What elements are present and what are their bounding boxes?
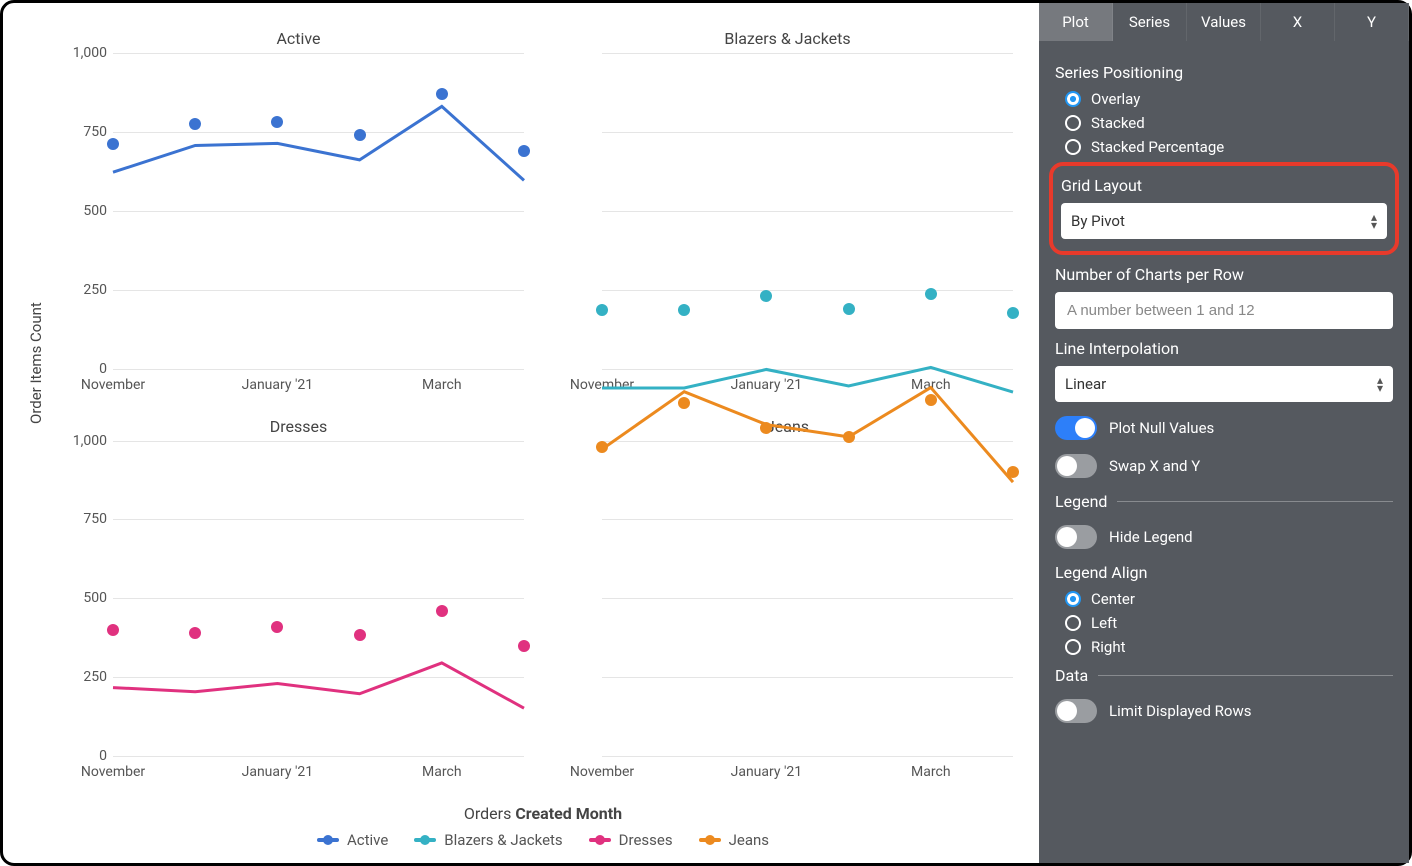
- y-tick-label: 750: [57, 124, 107, 140]
- swap-x-y-label: Swap X and Y: [1109, 457, 1200, 475]
- charts-per-row-title: Number of Charts per Row: [1055, 265, 1393, 284]
- legend-section-title: Legend: [1055, 492, 1393, 511]
- data-point[interactable]: [436, 605, 448, 617]
- mini-chart: Blazers & JacketsNovemberJanuary '21Marc…: [546, 23, 1029, 407]
- series-positioning-title: Series Positioning: [1055, 63, 1393, 82]
- grid-layout-value: By Pivot: [1071, 212, 1125, 230]
- tab-series[interactable]: Series: [1113, 3, 1187, 41]
- tab-y[interactable]: Y: [1335, 3, 1409, 41]
- line-interpolation-title: Line Interpolation: [1055, 339, 1393, 358]
- plot-area: 02505007501,000NovemberJanuary '21March: [113, 53, 524, 369]
- legend-align-option-label: Left: [1091, 614, 1117, 632]
- series-line: [113, 53, 524, 464]
- small-multiples-grid: Active02505007501,000NovemberJanuary '21…: [57, 23, 1029, 794]
- data-point[interactable]: [518, 145, 530, 157]
- y-tick-label: 1,000: [57, 433, 107, 449]
- series-positioning-option-label: Stacked Percentage: [1091, 138, 1224, 156]
- limit-displayed-rows-label: Limit Displayed Rows: [1109, 702, 1251, 720]
- data-point[interactable]: [271, 621, 283, 633]
- tab-x[interactable]: X: [1261, 3, 1335, 41]
- charts-per-row-input[interactable]: [1055, 292, 1393, 329]
- y-tick-label: 250: [57, 282, 107, 298]
- data-point[interactable]: [1007, 466, 1019, 478]
- tab-plot[interactable]: Plot: [1039, 3, 1113, 41]
- radio-icon: [1065, 615, 1081, 631]
- plot-null-values-toggle[interactable]: [1055, 416, 1097, 440]
- data-point[interactable]: [107, 624, 119, 636]
- data-point[interactable]: [354, 129, 366, 141]
- y-tick-label: 250: [57, 669, 107, 685]
- y-tick-label: 500: [57, 590, 107, 606]
- data-point[interactable]: [596, 441, 608, 453]
- radio-icon: [1065, 139, 1081, 155]
- series-line: [602, 441, 1013, 852]
- data-point[interactable]: [925, 394, 937, 406]
- legend-align-option-right[interactable]: Right: [1065, 638, 1393, 656]
- radio-icon: [1065, 91, 1081, 107]
- series-line: [602, 53, 1013, 464]
- legend-swatch-icon: [589, 838, 611, 842]
- series-line: [113, 441, 524, 852]
- limit-displayed-rows-toggle[interactable]: [1055, 699, 1097, 723]
- legend-align-option-label: Right: [1091, 638, 1125, 656]
- mini-chart-title: Dresses: [57, 411, 540, 440]
- tab-values[interactable]: Values: [1187, 3, 1261, 41]
- line-interpolation-select[interactable]: Linear ▴▾: [1055, 366, 1393, 402]
- select-caret-icon: ▴▾: [1377, 376, 1383, 392]
- chart-visualization-panel: Order Items Count Active02505007501,000N…: [3, 3, 1039, 863]
- mini-chart-title: Active: [57, 23, 540, 52]
- y-tick-label: 1,000: [57, 45, 107, 61]
- series-positioning-option-stacked[interactable]: Stacked: [1065, 114, 1393, 132]
- legend-swatch-icon: [699, 838, 721, 842]
- data-point[interactable]: [843, 303, 855, 315]
- legend-swatch-icon: [317, 838, 339, 842]
- series-positioning-option-overlay[interactable]: Overlay: [1065, 90, 1393, 108]
- mini-chart: Active02505007501,000NovemberJanuary '21…: [57, 23, 540, 407]
- plot-area: NovemberJanuary '21March: [602, 441, 1013, 757]
- legend-align-option-center[interactable]: Center: [1065, 590, 1393, 608]
- mini-chart: JeansNovemberJanuary '21March: [546, 411, 1029, 795]
- hide-legend-label: Hide Legend: [1109, 528, 1193, 546]
- radio-icon: [1065, 591, 1081, 607]
- radio-icon: [1065, 115, 1081, 131]
- y-tick-label: 0: [57, 748, 107, 764]
- y-tick-label: 500: [57, 203, 107, 219]
- plot-settings-panel: Series Positioning Overlay Stacked Stacked…: [1039, 41, 1409, 863]
- charts-per-row-field[interactable]: [1065, 301, 1383, 320]
- mini-chart-title: Blazers & Jackets: [546, 23, 1029, 52]
- grid-layout-title: Grid Layout: [1061, 176, 1387, 195]
- series-positioning-option-label: Stacked: [1091, 114, 1145, 132]
- legend-swatch-icon: [414, 838, 436, 842]
- legend-align-title: Legend Align: [1055, 563, 1393, 582]
- grid-layout-select[interactable]: By Pivot ▴▾: [1061, 203, 1387, 239]
- legend-align-option-label: Center: [1091, 590, 1135, 608]
- data-point[interactable]: [1007, 307, 1019, 319]
- data-point[interactable]: [518, 640, 530, 652]
- line-interpolation-value: Linear: [1065, 375, 1106, 393]
- grid-layout-highlight: Grid Layout By Pivot ▴▾: [1049, 162, 1399, 255]
- y-axis-title: Order Items Count: [27, 302, 45, 424]
- series-positioning-option-stacked-percentage[interactable]: Stacked Percentage: [1065, 138, 1393, 156]
- series-positioning-option-label: Overlay: [1091, 90, 1140, 108]
- y-tick-label: 0: [57, 361, 107, 377]
- settings-sidebar: PlotSeriesValuesXY Series Positioning Ov…: [1039, 3, 1409, 863]
- mini-chart: Dresses02505007501,000NovemberJanuary '2…: [57, 411, 540, 795]
- data-point[interactable]: [436, 88, 448, 100]
- settings-tabs: PlotSeriesValuesXY: [1039, 3, 1409, 41]
- plot-null-values-label: Plot Null Values: [1109, 419, 1214, 437]
- swap-x-y-toggle[interactable]: [1055, 454, 1097, 478]
- plot-area: NovemberJanuary '21March: [602, 53, 1013, 369]
- radio-icon: [1065, 639, 1081, 655]
- y-tick-label: 750: [57, 511, 107, 527]
- data-point[interactable]: [354, 629, 366, 641]
- data-point[interactable]: [678, 397, 690, 409]
- data-point[interactable]: [843, 431, 855, 443]
- data-section-title: Data: [1055, 666, 1393, 685]
- legend-align-option-left[interactable]: Left: [1065, 614, 1393, 632]
- select-caret-icon: ▴▾: [1371, 213, 1377, 229]
- hide-legend-toggle[interactable]: [1055, 525, 1097, 549]
- plot-area: 02505007501,000NovemberJanuary '21March: [113, 441, 524, 757]
